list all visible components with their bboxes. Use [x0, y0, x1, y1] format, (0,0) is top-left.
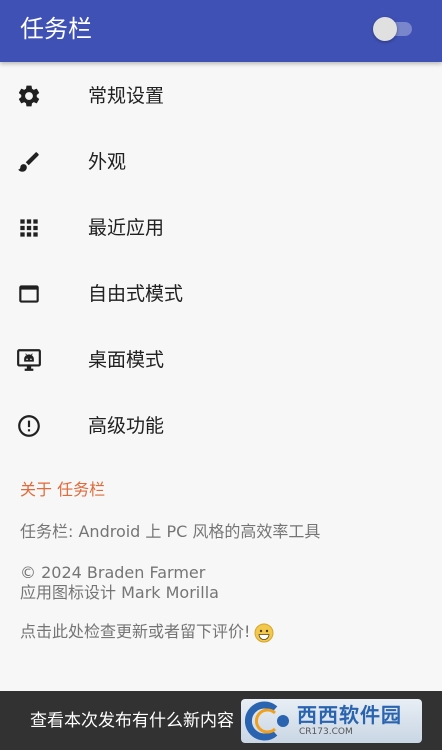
- menu-item-label: 高级功能: [88, 415, 165, 437]
- watermark-brand: 西西软件园: [297, 703, 402, 727]
- watermark-url: CR173.COM: [299, 727, 353, 737]
- menu-item-advanced-features[interactable]: 高级功能: [0, 393, 442, 459]
- menu-item-label: 自由式模式: [88, 283, 184, 305]
- icon-credit-text: 应用图标设计 Mark Morilla: [20, 583, 219, 602]
- brush-icon: [16, 149, 42, 175]
- menu-item-label: 常规设置: [88, 85, 165, 107]
- app-bar: 任务栏: [0, 0, 442, 62]
- snackbar-message: 查看本次发布有什么新内容: [30, 711, 234, 731]
- check-updates-link[interactable]: 点击此处检查更新或者留下评价!: [20, 622, 274, 643]
- apps-grid-icon: [16, 215, 42, 241]
- desktop-android-icon: [16, 347, 42, 373]
- menu-item-general-settings[interactable]: 常规设置: [0, 63, 442, 129]
- menu-item-appearance[interactable]: 外观: [0, 129, 442, 195]
- gear-icon: [16, 83, 42, 109]
- enable-toggle-switch[interactable]: [372, 15, 416, 43]
- switch-thumb: [373, 17, 397, 41]
- app-description: 任务栏: Android 上 PC 风格的高效率工具: [20, 522, 321, 541]
- watermark: 西西软件园 CR173.COM: [241, 699, 422, 743]
- exclamation-circle-icon: [16, 413, 42, 439]
- copyright-text: © 2024 Braden Farmer: [20, 563, 206, 582]
- menu-item-desktop-mode[interactable]: 桌面模式: [0, 327, 442, 393]
- menu-item-label: 桌面模式: [88, 349, 165, 371]
- about-section-header: 关于 任务栏: [20, 480, 106, 499]
- grin-emoji-icon: [254, 623, 274, 643]
- menu-item-recent-apps[interactable]: 最近应用: [0, 195, 442, 261]
- menu-item-label: 最近应用: [88, 217, 165, 239]
- app-title: 任务栏: [20, 15, 92, 43]
- menu-item-label: 外观: [88, 151, 127, 173]
- check-updates-label: 点击此处检查更新或者留下评价!: [20, 622, 251, 641]
- menu-item-freeform-mode[interactable]: 自由式模式: [0, 261, 442, 327]
- watermark-logo-icon: [245, 701, 289, 741]
- window-icon: [16, 281, 42, 307]
